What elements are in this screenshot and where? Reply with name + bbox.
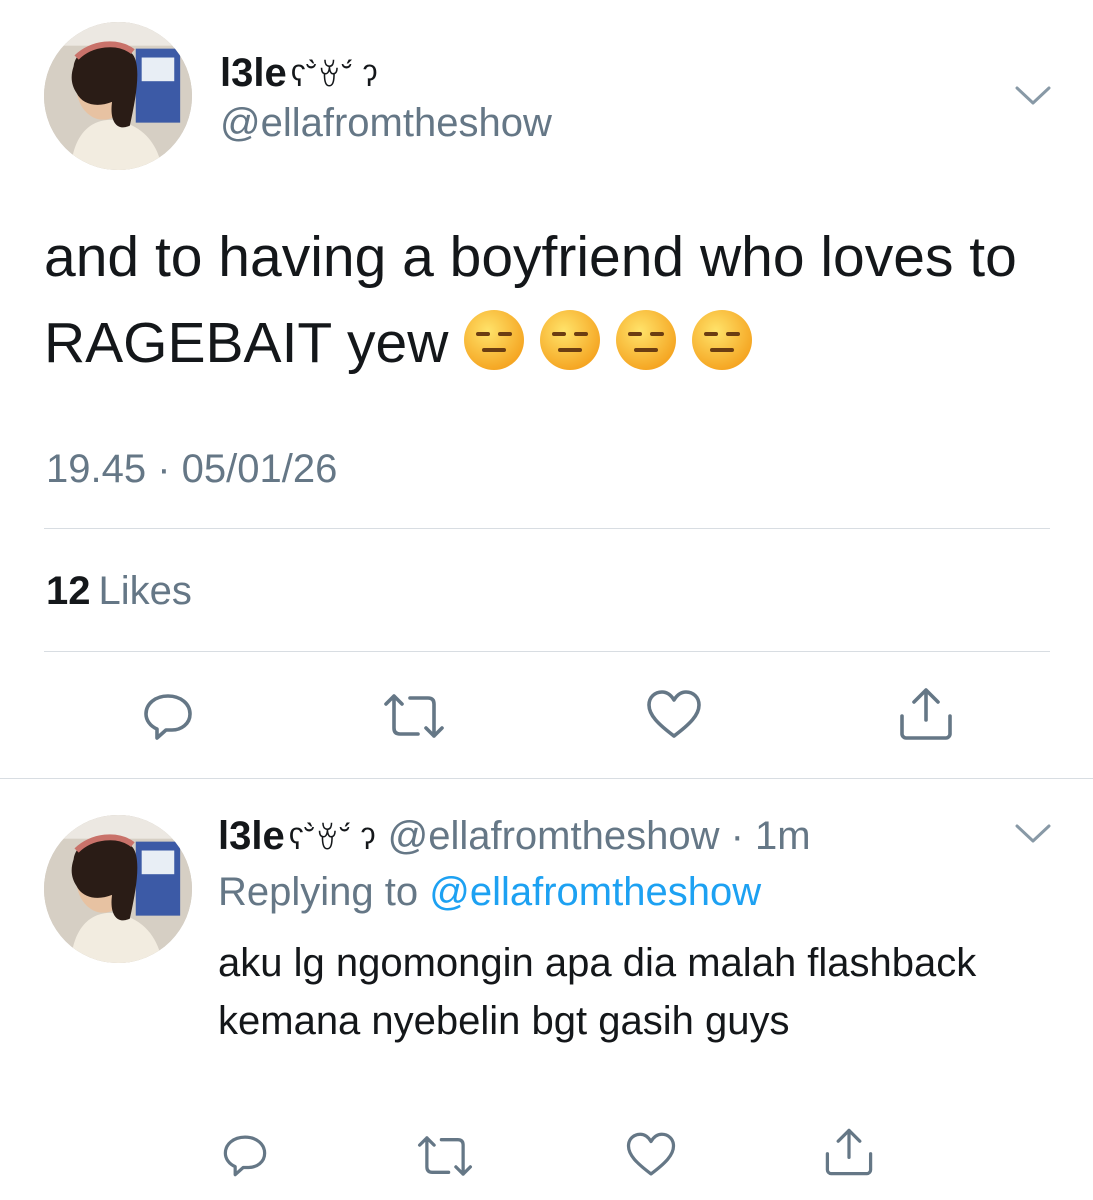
reply-header: l3le ʕ˘̀ꈊ˘́ ʔ @ellafromtheshow · 1m	[218, 813, 811, 863]
share-icon[interactable]	[822, 1126, 876, 1178]
replying-to-line: Replying to @ellafromtheshow	[218, 869, 761, 915]
reply-avatar[interactable]	[44, 815, 192, 963]
reply-icon[interactable]	[140, 688, 196, 744]
replying-to-link[interactable]: @ellafromtheshow	[429, 870, 761, 914]
display-name[interactable]: l3le ʕ˘̀ꈊ˘́ ʔ	[220, 50, 378, 100]
likes-summary[interactable]: 12 Likes	[46, 568, 192, 614]
expressionless-face-icon	[464, 310, 525, 370]
tweet-timestamp[interactable]: 19.45 · 05/01/26	[46, 446, 337, 492]
user-handle[interactable]: @ellafromtheshow	[220, 100, 552, 146]
divider	[44, 528, 1050, 529]
chevron-down-icon[interactable]	[1014, 822, 1052, 846]
like-icon[interactable]	[644, 688, 704, 742]
reply-time[interactable]: 1m	[755, 814, 811, 858]
chevron-down-icon[interactable]	[1014, 84, 1052, 108]
expressionless-face-icon	[616, 310, 677, 370]
profile-photo	[44, 815, 192, 963]
reply-text: aku lg ngomongin apa dia malah flashback…	[218, 941, 977, 1043]
likes-count: 12	[46, 569, 91, 613]
retweet-icon[interactable]	[416, 1132, 474, 1180]
emoji-group	[462, 308, 766, 396]
display-name-text: l3le	[220, 51, 287, 95]
reply-kaomoji: ʕ˘̀ꈊ˘́ ʔ	[288, 823, 377, 856]
kaomoji: ʕ˘̀ꈊ˘́ ʔ	[290, 60, 379, 93]
expressionless-face-icon	[692, 310, 753, 370]
reply-icon[interactable]	[220, 1130, 270, 1180]
thread-divider	[0, 778, 1093, 779]
tweet-text: and to having a boyfriend who loves to R…	[44, 214, 1054, 396]
avatar[interactable]	[44, 22, 192, 170]
share-icon[interactable]	[896, 686, 956, 742]
separator-dot: ·	[730, 814, 744, 858]
profile-photo	[44, 22, 192, 170]
likes-label: Likes	[98, 569, 192, 613]
divider	[44, 651, 1050, 652]
retweet-icon[interactable]	[382, 690, 446, 742]
reply-handle[interactable]: @ellafromtheshow	[388, 814, 720, 858]
reply-display-name[interactable]: l3le	[218, 814, 285, 858]
expressionless-face-icon	[540, 310, 601, 370]
replying-to-prefix: Replying to	[218, 870, 419, 914]
like-icon[interactable]	[624, 1130, 678, 1180]
